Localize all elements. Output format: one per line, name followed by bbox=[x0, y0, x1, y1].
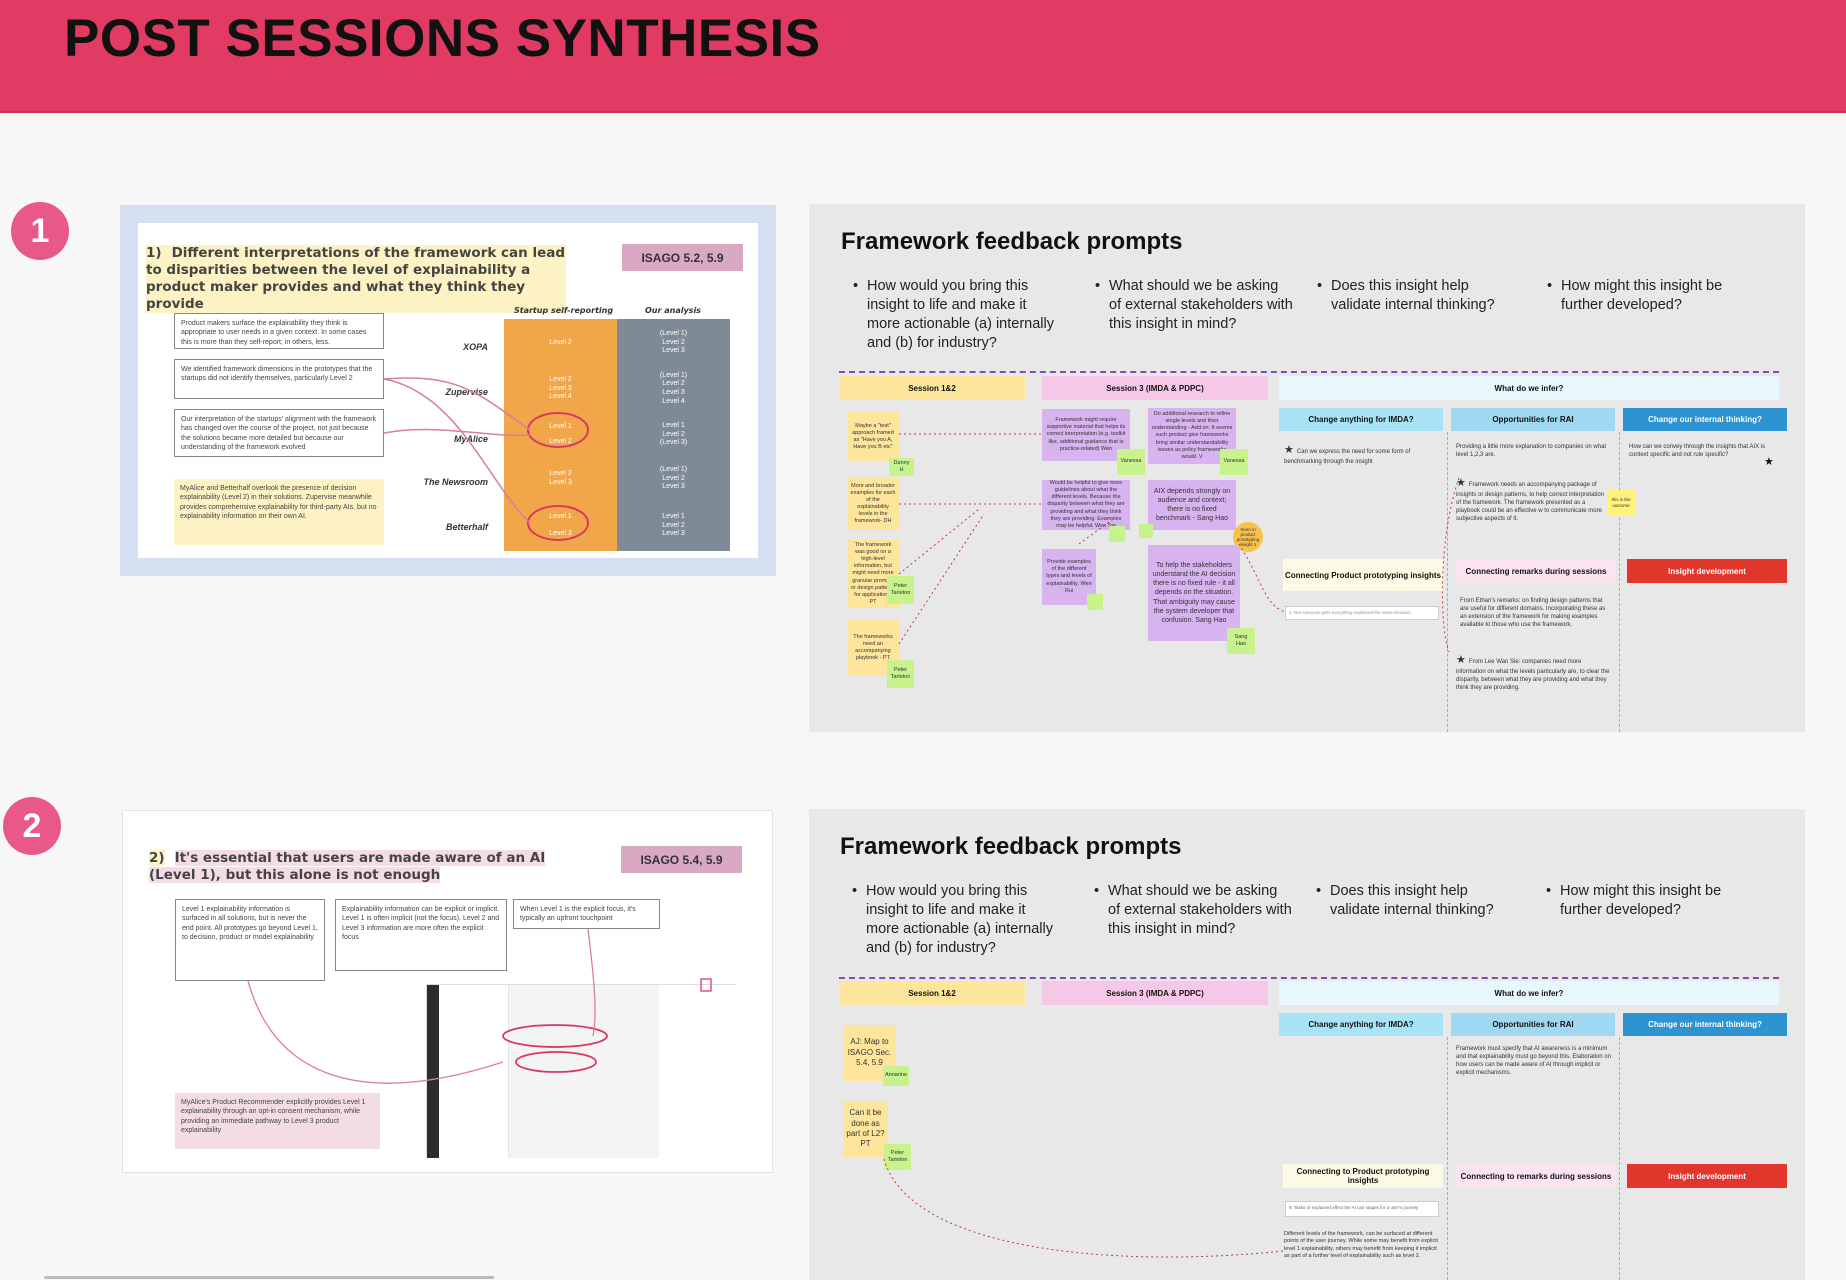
section-number-badge: 1 bbox=[11, 202, 69, 260]
horizontal-scrollbar[interactable] bbox=[44, 1276, 494, 1279]
page-title: POST SESSIONS SYNTHESIS bbox=[64, 9, 821, 68]
slide-canvas: 1) Different interpretations of the frame… bbox=[138, 223, 758, 558]
slide-thumbnail[interactable]: 1) Different interpretations of the frame… bbox=[120, 205, 776, 576]
header-banner: POST SESSIONS SYNTHESIS bbox=[0, 0, 1846, 113]
connector-lines bbox=[247, 928, 712, 1084]
connector-lines bbox=[383, 377, 589, 541]
section-number-badge: 2 bbox=[3, 797, 61, 855]
feedback-panel[interactable]: Framework feedback prompts How would you… bbox=[809, 204, 1805, 732]
connector-lines bbox=[883, 1158, 1284, 1258]
feedback-panel[interactable]: Framework feedback prompts How would you… bbox=[809, 809, 1805, 1280]
connector-lines bbox=[898, 433, 1460, 653]
slide-thumbnail[interactable]: 2) It's essential that users are made awa… bbox=[122, 810, 773, 1173]
